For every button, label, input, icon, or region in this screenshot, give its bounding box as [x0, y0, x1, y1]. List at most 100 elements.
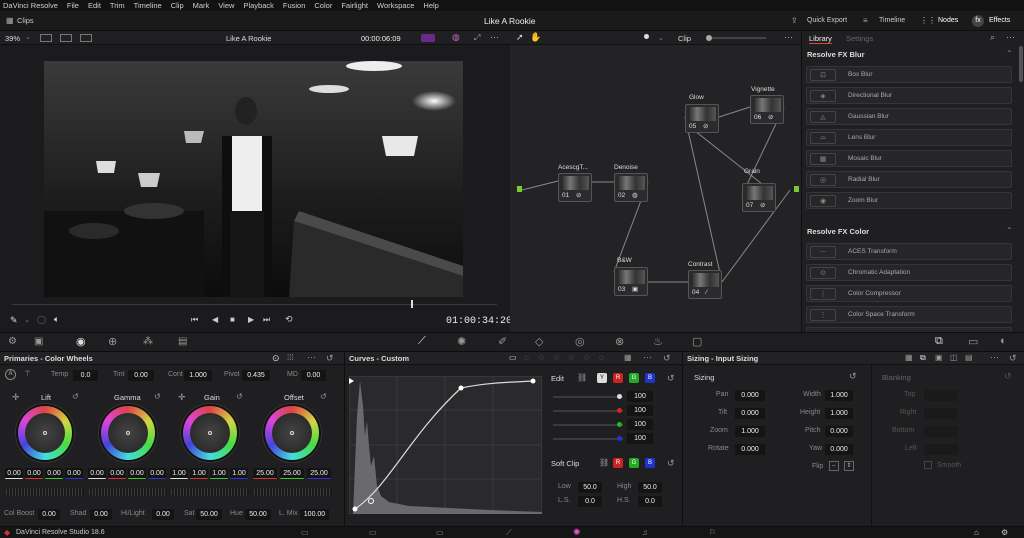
- hue-vs-hue-icon[interactable]: ◌: [524, 353, 529, 362]
- gain-r-value[interactable]: 1.00: [190, 468, 208, 479]
- effect-directional-blur[interactable]: ◈ Directional Blur: [806, 87, 1012, 104]
- b-intensity-field[interactable]: 100: [627, 433, 653, 444]
- deliver-page-icon[interactable]: ⚐: [709, 528, 716, 537]
- fusion-page-icon[interactable]: ⟋: [506, 528, 512, 538]
- motion-effects-icon[interactable]: ⁂: [143, 336, 153, 347]
- bars-mode-icon[interactable]: ⁞⁞⁞: [287, 353, 294, 362]
- scrubber-track[interactable]: [12, 304, 497, 305]
- softclip-g-toggle[interactable]: G: [629, 458, 639, 468]
- sat-vs-lum-icon[interactable]: ◌: [599, 353, 604, 362]
- viewer-image[interactable]: [44, 61, 463, 297]
- node-07[interactable]: 07 ⊘: [742, 183, 776, 212]
- lift-g-value[interactable]: 0.00: [45, 468, 63, 479]
- y-intensity-slider[interactable]: [553, 396, 623, 398]
- viewer-mode-icon[interactable]: [40, 34, 52, 42]
- b-intensity-handle[interactable]: [617, 436, 622, 441]
- color-page-icon[interactable]: ✺: [573, 527, 581, 538]
- r-intensity-handle[interactable]: [617, 408, 622, 413]
- reset-icon[interactable]: ↺: [849, 371, 857, 382]
- reset-icon[interactable]: ↺: [320, 392, 327, 401]
- hdr-icon[interactable]: ▤: [178, 336, 187, 347]
- pointer-icon[interactable]: ➚: [516, 32, 524, 43]
- color-match-icon[interactable]: ▣: [34, 336, 43, 347]
- sat-vs-sat-icon[interactable]: ◌: [584, 353, 589, 362]
- reset-icon[interactable]: ↺: [154, 392, 161, 401]
- lift-wheel[interactable]: [18, 406, 72, 460]
- menu-help[interactable]: Help: [423, 1, 438, 10]
- flip-vertical-icon[interactable]: ⇕: [844, 461, 854, 471]
- edit-page-icon[interactable]: ▭: [436, 528, 444, 537]
- g-intensity-handle[interactable]: [617, 422, 622, 427]
- rotate-field[interactable]: 0.000: [735, 444, 765, 455]
- effect-lens-blur[interactable]: ⌓ Lens Blur: [806, 129, 1012, 146]
- effect-box-blur[interactable]: ⊡ Box Blur: [806, 66, 1012, 83]
- menu-fusion[interactable]: Fusion: [283, 1, 306, 10]
- menu-clip[interactable]: Clip: [171, 1, 184, 10]
- g-intensity-field[interactable]: 100: [627, 419, 653, 430]
- grid-icon[interactable]: ▦: [624, 353, 632, 362]
- chevron-down-icon[interactable]: ⌄: [24, 316, 30, 324]
- go-to-end-icon[interactable]: ⏭: [263, 315, 270, 325]
- link-icon[interactable]: ⛓: [577, 373, 587, 382]
- magic-mask-icon[interactable]: ⊗: [615, 335, 624, 348]
- magic-wand-icon[interactable]: ⚚: [24, 369, 31, 378]
- node-mode-dropdown[interactable]: Clip: [678, 34, 691, 43]
- pitch-field[interactable]: 0.000: [825, 426, 853, 437]
- effect-zoom-blur[interactable]: ◉ Zoom Blur: [806, 192, 1012, 209]
- more-options-icon[interactable]: ⋯: [643, 352, 652, 363]
- go-to-start-icon[interactable]: ⏮: [191, 315, 198, 325]
- channel-y-toggle[interactable]: Y: [597, 373, 607, 383]
- tab-settings[interactable]: Settings: [846, 34, 873, 43]
- temp-field[interactable]: 0.0: [73, 370, 98, 381]
- gamma-b-value[interactable]: 0.00: [148, 468, 166, 479]
- lift-master-wheel[interactable]: [6, 488, 84, 496]
- picker-icon[interactable]: ✛: [178, 392, 186, 403]
- tracker-icon[interactable]: ◎: [575, 335, 585, 348]
- nodes-icon[interactable]: ⋮⋮: [920, 16, 936, 25]
- lum-vs-sat-icon[interactable]: ◌: [569, 353, 574, 362]
- link-icon[interactable]: ⛓: [599, 458, 609, 467]
- effect-aces-transform[interactable]: ⋯ ACES Transform: [806, 243, 1012, 260]
- zoom-dropdown[interactable]: 39%: [5, 34, 20, 43]
- pivot-field[interactable]: 0.435: [242, 370, 270, 381]
- camera-raw-icon[interactable]: ⚙: [8, 336, 17, 347]
- effects-button[interactable]: Effects: [989, 17, 1010, 24]
- gain-g-value[interactable]: 1.00: [210, 468, 228, 479]
- menu-workspace[interactable]: Workspace: [377, 1, 414, 10]
- nodes-button[interactable]: Nodes: [938, 17, 958, 24]
- more-options-icon[interactable]: ⋯: [307, 352, 316, 363]
- gain-wheel[interactable]: [183, 406, 237, 460]
- reset-icon[interactable]: ↺: [326, 353, 334, 364]
- wheels-mode-icon[interactable]: ⊙: [272, 353, 280, 364]
- cont-field[interactable]: 1.000: [184, 370, 212, 381]
- high-field[interactable]: 50.0: [638, 482, 662, 493]
- viewer-timecode-top[interactable]: 00:00:06:09: [361, 34, 401, 43]
- quick-export-icon[interactable]: ⇪: [791, 16, 798, 25]
- menu-view[interactable]: View: [218, 1, 234, 10]
- key-icon[interactable]: ▢: [692, 335, 702, 348]
- tilt-field[interactable]: 0.000: [735, 408, 765, 419]
- node-02[interactable]: 02 ◍: [614, 173, 648, 202]
- eyedropper-icon[interactable]: ✎: [10, 315, 18, 326]
- menu-app[interactable]: DaVinci Resolve: [3, 1, 58, 10]
- library-scrollbar[interactable]: [1019, 46, 1023, 82]
- tint-field[interactable]: 0.00: [128, 370, 154, 381]
- node-01[interactable]: 01 ⊘: [558, 173, 592, 202]
- reset-icon[interactable]: ↺: [667, 458, 675, 469]
- offset-wheel[interactable]: [265, 406, 319, 460]
- color-picker-icon[interactable]: ◍: [452, 32, 460, 43]
- sizing-mode-icon[interactable]: ▦: [905, 353, 913, 362]
- hue-vs-sat-icon[interactable]: ◌: [539, 353, 544, 362]
- softclip-b-toggle[interactable]: B: [645, 458, 655, 468]
- play-icon[interactable]: ▶: [248, 315, 254, 324]
- g-intensity-slider[interactable]: [553, 424, 623, 426]
- chevron-down-icon[interactable]: ⌄: [25, 33, 31, 41]
- output-sizing-icon[interactable]: ▣: [935, 353, 943, 362]
- offset-master-wheel[interactable]: [254, 488, 332, 496]
- wheel-center-handle[interactable]: [126, 431, 130, 435]
- effects-icon[interactable]: fx: [972, 15, 984, 27]
- reference-sizing-icon[interactable]: ▤: [965, 353, 973, 362]
- effect-mosaic-blur[interactable]: ▦ Mosaic Blur: [806, 150, 1012, 167]
- tab-library[interactable]: Library: [809, 34, 832, 44]
- search-icon[interactable]: ⌕: [990, 32, 995, 43]
